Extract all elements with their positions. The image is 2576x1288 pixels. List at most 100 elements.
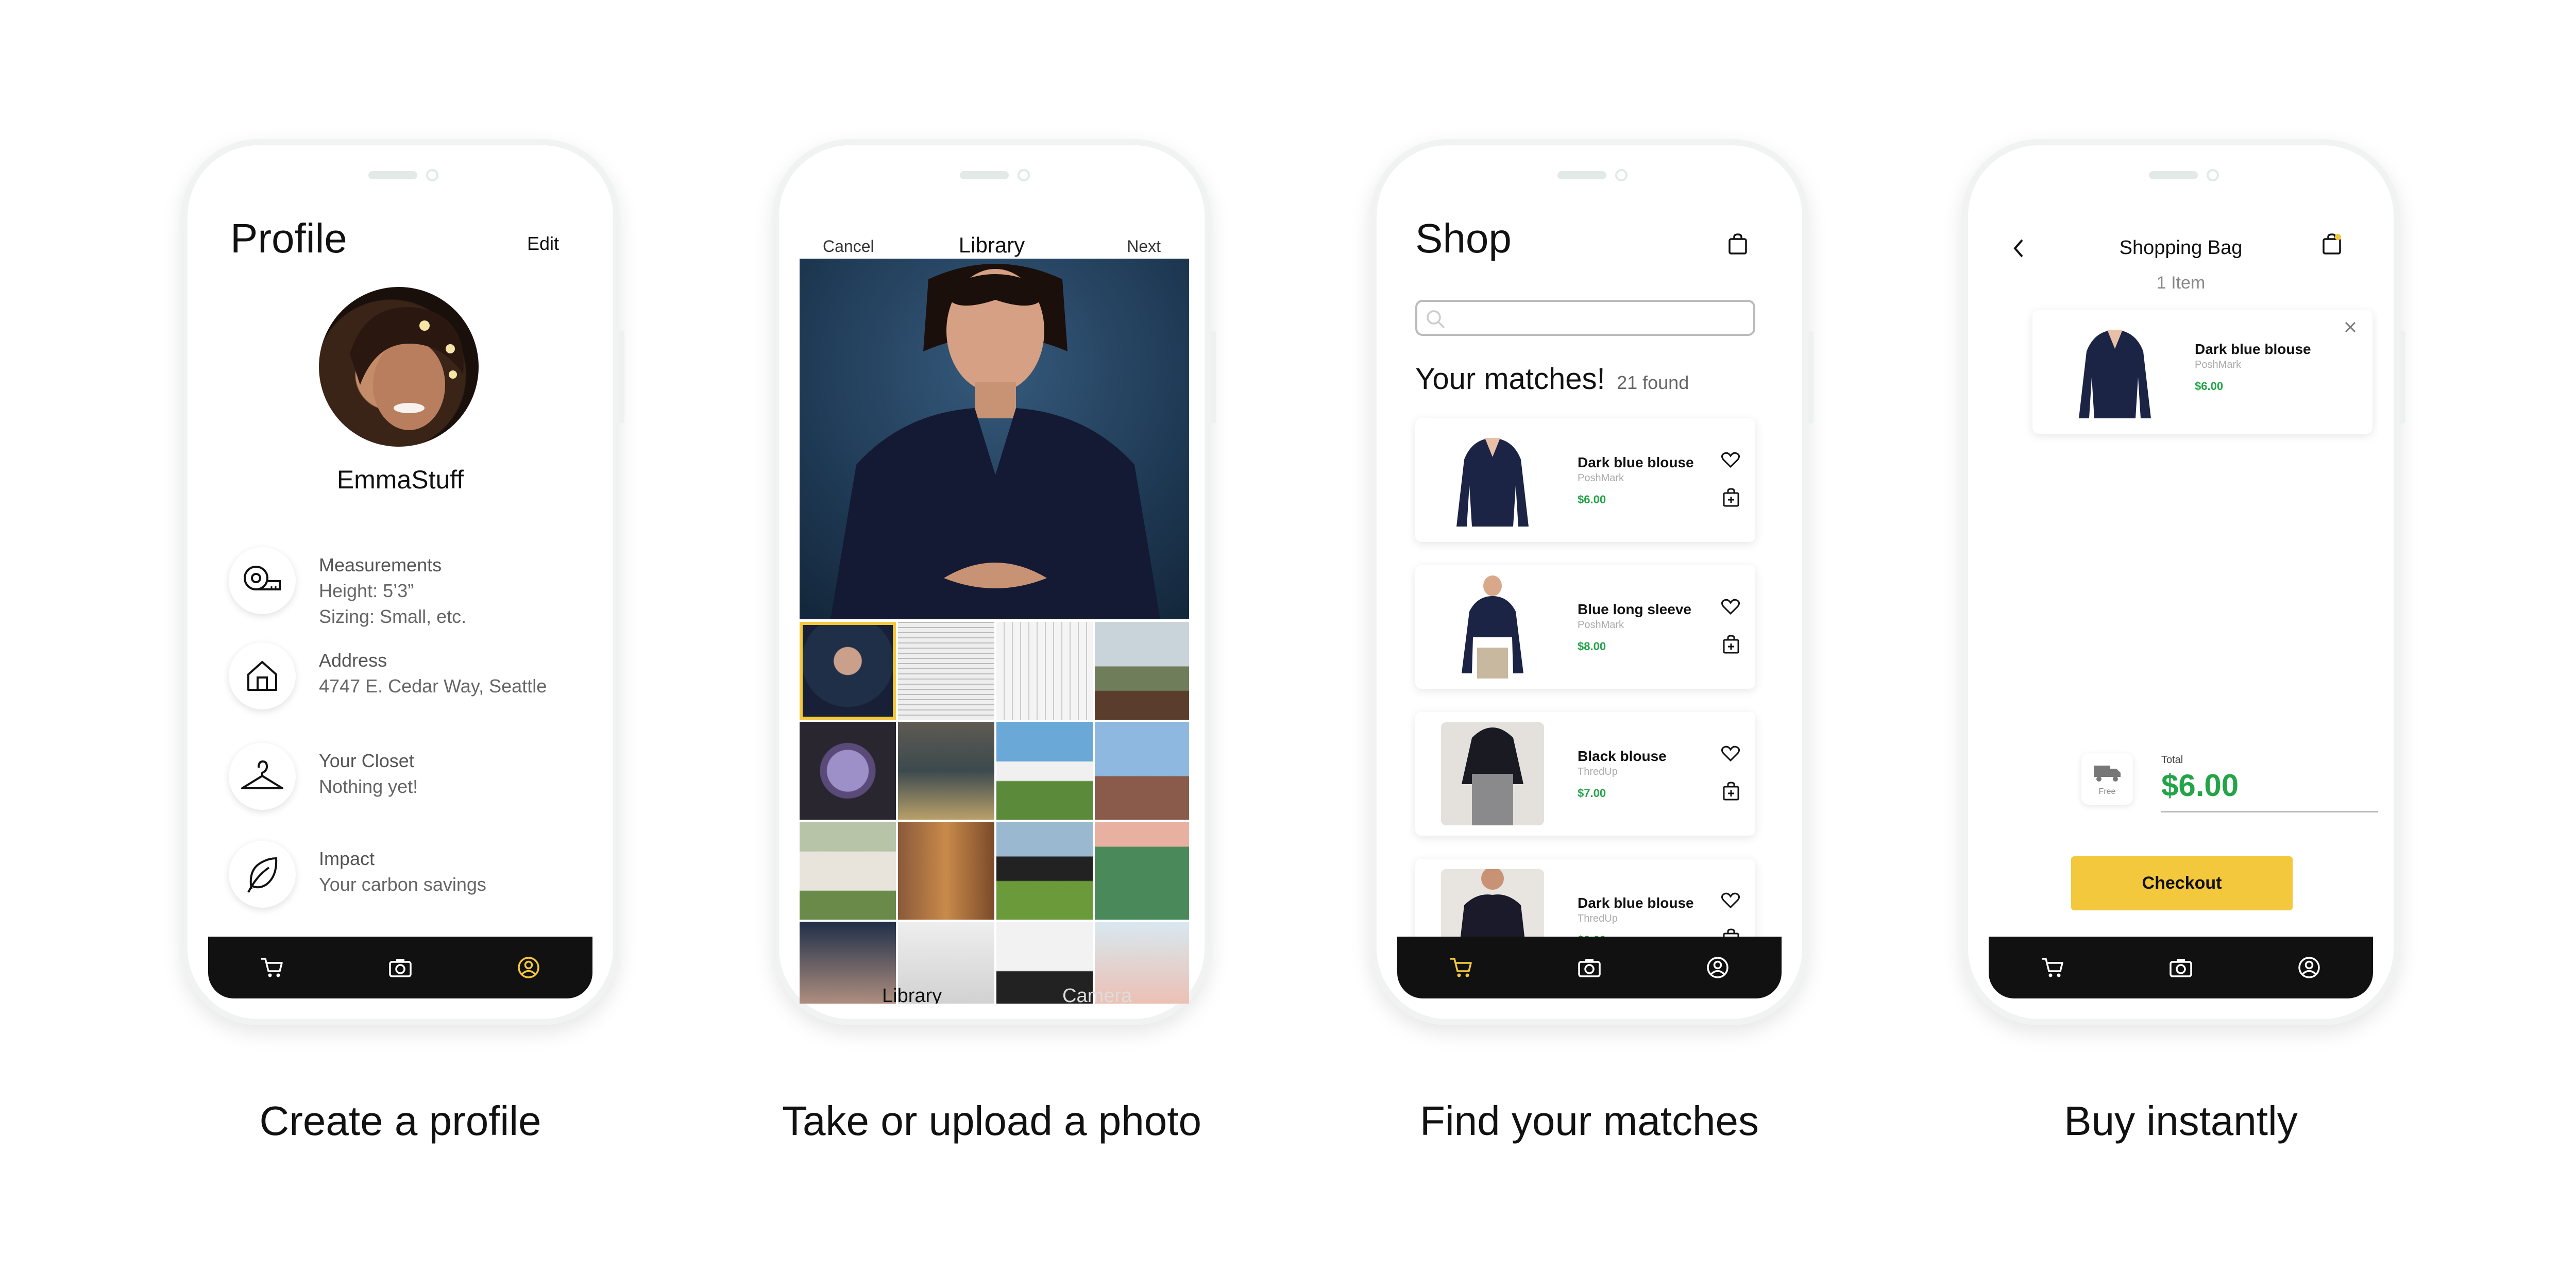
library-phone: Cancel Library Next Library Camera	[773, 139, 1216, 1025]
side-button	[1211, 331, 1216, 423]
photo-thumb[interactable]	[996, 722, 1093, 820]
matches-title: Your matches!	[1415, 362, 1605, 396]
tab-camera[interactable]: Camera	[1062, 985, 1132, 1004]
checkout-button[interactable]: Checkout	[2071, 856, 2293, 910]
caption-buy: Buy instantly	[2064, 1098, 2298, 1144]
total-amount: $6.00	[2161, 768, 2239, 803]
address-row[interactable]: Address 4747 E. Cedar Way, Seattle	[229, 642, 558, 720]
tab-shop[interactable]	[257, 952, 287, 983]
camera-icon	[389, 959, 412, 977]
product-image	[1441, 722, 1544, 825]
profile-phone: Profile Edit EmmaStuff Measurements Heig…	[181, 139, 624, 1025]
product-card[interactable]: Black blouse ThredUp $7.00	[1415, 712, 1755, 836]
library-screen: Cancel Library Next Library Camera	[794, 161, 1189, 1004]
product-seller: PoshMark	[2195, 359, 2242, 370]
shop-phone: Shop Your matches! 21 found Dark blue bl…	[1370, 139, 1814, 1025]
product-card[interactable]: Blue long sleeve PoshMark $8.00	[1415, 565, 1755, 689]
product-card[interactable]: Dark blue blouse PoshMark $6.00	[1415, 418, 1755, 542]
photo-thumb[interactable]	[1095, 622, 1189, 720]
search-icon	[1427, 310, 1445, 329]
tab-camera[interactable]	[2165, 952, 2196, 983]
side-button	[1808, 331, 1814, 423]
tab-camera[interactable]	[385, 952, 416, 983]
page-title: Shopping Bag	[2119, 237, 2243, 259]
search-input[interactable]	[1415, 300, 1755, 336]
camera-icon	[2170, 959, 2192, 977]
photo-thumb[interactable]	[800, 622, 896, 720]
tab-library[interactable]: Library	[882, 985, 942, 1004]
product-name: Blue long sleeve	[1578, 601, 1691, 617]
tab-bar	[1989, 937, 2373, 998]
product-image	[2063, 320, 2166, 423]
user-icon	[1706, 957, 1728, 978]
bag-phone: Shopping Bag 1 Item Dark blue blouse Pos…	[1962, 139, 2405, 1025]
photo-thumb[interactable]	[996, 822, 1093, 920]
photo-thumb[interactable]	[800, 822, 896, 920]
address-value: 4747 E. Cedar Way, Seattle	[319, 675, 547, 697]
caption-matches: Find your matches	[1419, 1098, 1759, 1144]
closet-title: Your Closet	[319, 750, 414, 771]
cart-icon	[261, 958, 283, 977]
photo-thumb[interactable]	[1095, 722, 1189, 820]
shopping-bag-icon[interactable]	[2321, 233, 2342, 256]
leaf-icon	[229, 841, 296, 908]
tab-shop[interactable]	[2037, 952, 2068, 983]
product-price: $6.00	[2195, 380, 2224, 393]
bag-screen: Shopping Bag 1 Item Dark blue blouse Pos…	[1984, 161, 2378, 1004]
shipping-badge: Free	[2081, 753, 2133, 805]
measurements-row[interactable]: Measurements Height: 5’3” Sizing: Small,…	[229, 547, 558, 627]
tab-bar	[208, 937, 592, 998]
tab-camera[interactable]	[1574, 952, 1605, 983]
photo-thumb[interactable]	[1095, 822, 1189, 920]
user-icon	[517, 957, 539, 978]
photo-thumb[interactable]	[996, 622, 1093, 720]
heart-icon[interactable]	[1721, 599, 1740, 615]
heart-icon[interactable]	[1721, 745, 1740, 762]
tab-profile[interactable]	[2294, 952, 2325, 983]
side-button	[619, 331, 624, 423]
product-name: Dark blue blouse	[1578, 895, 1694, 911]
total-label: Total	[2161, 754, 2183, 766]
tab-shop[interactable]	[1446, 952, 1477, 983]
edit-button[interactable]: Edit	[527, 233, 559, 255]
impact-row[interactable]: Impact Your carbon savings	[229, 841, 558, 918]
matches-count: 21 found	[1617, 372, 1689, 393]
next-button[interactable]: Next	[1127, 237, 1161, 256]
bag-item-card[interactable]: Dark blue blouse PoshMark $6.00	[2032, 310, 2372, 434]
tape-measure-icon	[229, 547, 296, 614]
heart-icon[interactable]	[1721, 452, 1740, 468]
photo-thumb[interactable]	[898, 822, 994, 920]
impact-title: Impact	[319, 848, 375, 869]
tab-profile[interactable]	[513, 952, 544, 983]
total-divider	[2161, 811, 2378, 812]
photo-thumb[interactable]	[800, 922, 896, 1004]
address-title: Address	[319, 650, 387, 671]
profile-screen: Profile Edit EmmaStuff Measurements Heig…	[203, 161, 598, 1004]
add-to-bag-icon[interactable]	[1722, 635, 1740, 654]
photo-thumb[interactable]	[898, 722, 994, 820]
hanger-icon	[229, 743, 296, 810]
photo-thumb[interactable]	[800, 722, 896, 820]
product-seller: ThredUp	[1578, 766, 1618, 777]
shopping-bag-icon[interactable]	[1727, 233, 1748, 256]
side-button	[2400, 331, 2405, 423]
house-icon	[229, 642, 296, 709]
product-image	[1441, 575, 1544, 679]
add-to-bag-icon[interactable]	[1722, 488, 1740, 507]
photo-thumb[interactable]	[898, 622, 994, 720]
product-name: Dark blue blouse	[1578, 454, 1694, 470]
shipping-label: Free	[2098, 787, 2116, 796]
close-icon[interactable]	[2344, 320, 2357, 334]
selected-photo-preview	[800, 259, 1189, 619]
camera-icon	[1578, 959, 1601, 977]
add-to-bag-icon[interactable]	[1722, 782, 1740, 801]
product-image	[1441, 429, 1544, 532]
tab-profile[interactable]	[1702, 952, 1733, 983]
page-title: Profile	[230, 215, 347, 261]
product-name: Black blouse	[1578, 748, 1667, 764]
product-price: $8.00	[1578, 640, 1606, 653]
closet-row[interactable]: Your Closet Nothing yet!	[229, 743, 558, 820]
matches-heading: Your matches! 21 found	[1415, 362, 1689, 396]
heart-icon[interactable]	[1721, 892, 1740, 909]
page-title: Shop	[1415, 215, 1512, 261]
